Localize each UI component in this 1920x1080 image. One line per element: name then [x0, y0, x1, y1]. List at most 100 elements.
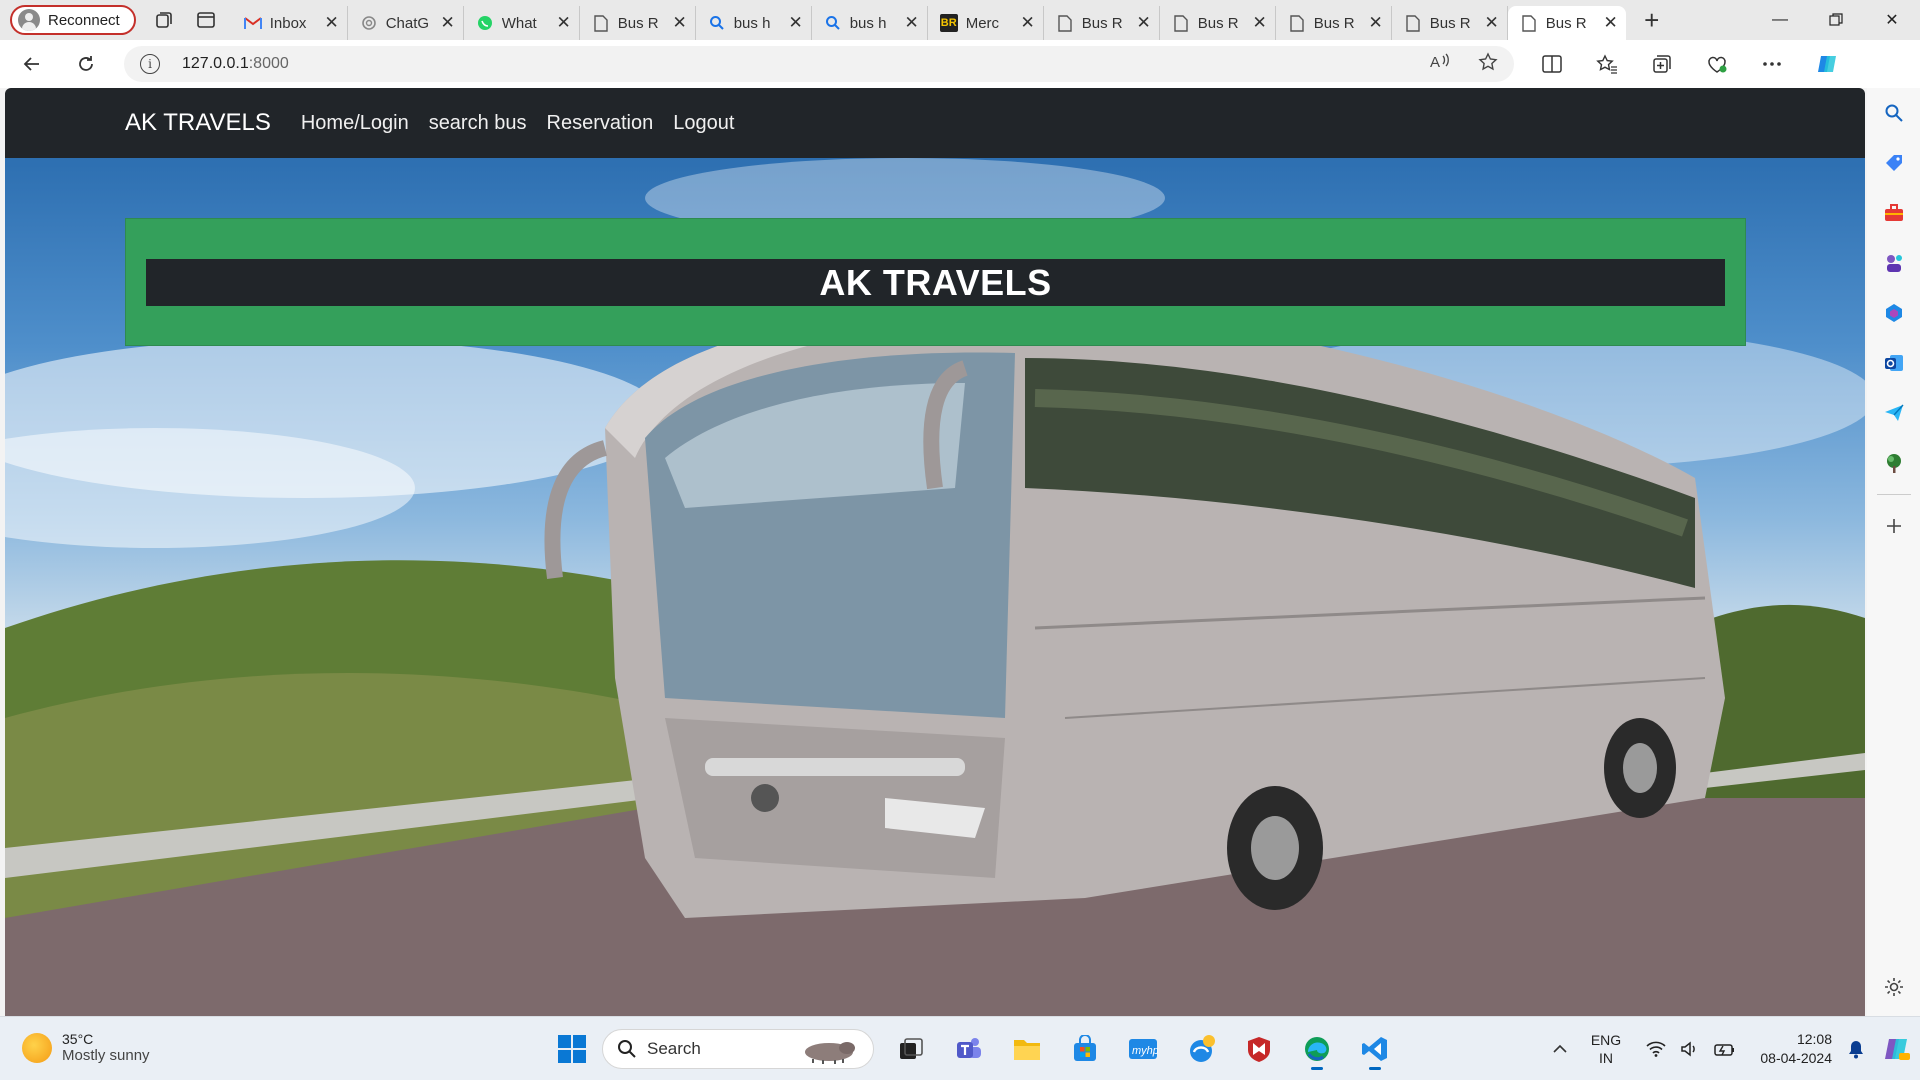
- browser-essentials-icon[interactable]: [1689, 44, 1744, 84]
- weather-temperature: 35°C: [62, 1031, 94, 1047]
- taskbar-search[interactable]: Search: [602, 1029, 874, 1069]
- svg-text:A: A: [1430, 54, 1440, 70]
- edge-beta-icon[interactable]: [1176, 1027, 1226, 1071]
- nav-home-login[interactable]: Home/Login: [301, 112, 409, 135]
- close-tab-icon[interactable]: ✕: [1020, 13, 1034, 33]
- teams-icon[interactable]: [944, 1027, 994, 1071]
- close-window-button[interactable]: ✕: [1864, 0, 1920, 40]
- gmail-icon: [243, 14, 262, 32]
- weather-condition: Mostly sunny: [62, 1047, 150, 1064]
- microsoft-store-icon[interactable]: [1060, 1027, 1110, 1071]
- collections-icon[interactable]: [1634, 44, 1689, 84]
- tab-merc[interactable]: BR Merc ✕: [928, 6, 1044, 40]
- chevron-up-icon[interactable]: [1540, 1044, 1580, 1054]
- tab-bus-r-5[interactable]: Bus R ✕: [1392, 6, 1508, 40]
- url-text: 127.0.0.1:8000: [182, 55, 289, 73]
- quick-settings[interactable]: [1632, 1041, 1750, 1057]
- toolbar-icons: [1524, 44, 1854, 84]
- close-tab-icon[interactable]: ✕: [1136, 13, 1150, 33]
- sidebar-search-icon[interactable]: [1867, 88, 1920, 138]
- mcafee-icon[interactable]: [1234, 1027, 1284, 1071]
- sidebar-outlook-icon[interactable]: [1867, 338, 1920, 388]
- split-screen-icon[interactable]: [1524, 44, 1579, 84]
- copilot-taskbar-icon[interactable]: [1874, 1036, 1920, 1062]
- back-button[interactable]: [8, 44, 56, 84]
- sidebar-tree-icon[interactable]: [1867, 438, 1920, 488]
- taskbar-search-label: Search: [647, 1039, 701, 1058]
- tab-inbox[interactable]: Inbox ✕: [232, 6, 348, 40]
- page-icon: [592, 14, 610, 32]
- sidebar-shopping-icon[interactable]: [1867, 138, 1920, 188]
- task-view-icon[interactable]: [886, 1027, 936, 1071]
- start-button[interactable]: [550, 1027, 594, 1071]
- page-icon: [1404, 14, 1422, 32]
- tab-bus-r-3[interactable]: Bus R ✕: [1160, 6, 1276, 40]
- site-info-icon[interactable]: i: [140, 54, 160, 74]
- whatsapp-icon: [476, 14, 494, 32]
- weather-widget[interactable]: 35°C Mostly sunny: [22, 1031, 150, 1064]
- search-icon: [824, 14, 842, 32]
- close-tab-icon[interactable]: ✕: [556, 13, 570, 33]
- sidebar-m365-icon[interactable]: [1867, 288, 1920, 338]
- sidebar-tools-icon[interactable]: [1867, 188, 1920, 238]
- tab-bus-h-1[interactable]: bus h ✕: [696, 6, 812, 40]
- favorite-star-icon[interactable]: [1478, 51, 1498, 77]
- site-brand[interactable]: AK TRAVELS: [125, 109, 271, 137]
- favorites-icon[interactable]: [1579, 44, 1634, 84]
- tab-bus-r-1[interactable]: Bus R ✕: [580, 6, 696, 40]
- sidebar-settings-icon[interactable]: [1867, 962, 1920, 1012]
- tab-bus-r-active[interactable]: Bus R ✕: [1507, 6, 1626, 40]
- address-bar[interactable]: i 127.0.0.1:8000 A: [124, 46, 1514, 82]
- close-tab-icon[interactable]: ✕: [324, 13, 338, 33]
- sidebar-add-icon[interactable]: [1867, 501, 1920, 551]
- sidebar-send-icon[interactable]: [1867, 388, 1920, 438]
- url-host: 127.0.0.1: [182, 55, 249, 72]
- taskbar-apps: Search myhp: [550, 1027, 1400, 1071]
- read-aloud-icon[interactable]: A: [1430, 52, 1450, 77]
- tab-title: Bus R: [1313, 14, 1355, 32]
- nav-logout[interactable]: Logout: [673, 112, 734, 135]
- tab-bus-r-2[interactable]: Bus R ✕: [1044, 6, 1160, 40]
- more-options-icon[interactable]: [1744, 44, 1799, 84]
- close-tab-icon[interactable]: ✕: [1252, 13, 1266, 33]
- volume-icon: [1681, 1041, 1695, 1057]
- language-indicator[interactable]: ENG IN: [1580, 1031, 1632, 1067]
- myhp-icon[interactable]: myhp: [1118, 1027, 1168, 1071]
- search-highlight-icon: [805, 1042, 855, 1064]
- refresh-button[interactable]: [62, 44, 110, 84]
- tab-title: Bus R: [1081, 14, 1123, 32]
- tab-title: Bus R: [1197, 14, 1239, 32]
- close-tab-icon[interactable]: ✕: [1603, 13, 1617, 33]
- search-icon: [618, 1040, 636, 1058]
- windows-taskbar: 35°C Mostly sunny Search myhp ENG IN 12:…: [0, 1016, 1920, 1080]
- minimize-button[interactable]: —: [1752, 0, 1808, 40]
- tab-bus-h-2[interactable]: bus h ✕: [812, 6, 928, 40]
- tab-bus-r-4[interactable]: Bus R ✕: [1276, 6, 1392, 40]
- close-tab-icon[interactable]: ✕: [1368, 13, 1382, 33]
- tab-chatgpt[interactable]: ChatG ✕: [348, 6, 464, 40]
- sidebar-divider: [1876, 494, 1911, 495]
- profile-button[interactable]: Reconnect: [10, 5, 136, 35]
- close-tab-icon[interactable]: ✕: [788, 13, 802, 33]
- close-tab-icon[interactable]: ✕: [440, 13, 454, 33]
- nav-search-bus[interactable]: search bus: [429, 112, 527, 135]
- tab-whatsapp[interactable]: What ✕: [464, 6, 580, 40]
- vscode-icon[interactable]: [1350, 1027, 1400, 1071]
- nav-reservation[interactable]: Reservation: [547, 112, 654, 135]
- hero-banner-title-bar: AK TRAVELS: [146, 259, 1725, 306]
- restore-button[interactable]: [1808, 0, 1864, 40]
- tab-title: ChatG: [385, 14, 430, 32]
- close-tab-icon[interactable]: ✕: [904, 13, 918, 33]
- close-tab-icon[interactable]: ✕: [672, 13, 686, 33]
- close-tab-icon[interactable]: ✕: [1484, 13, 1498, 33]
- clock-time: 12:08: [1796, 1031, 1832, 1047]
- clock[interactable]: 12:08 08-04-2024: [1750, 1030, 1838, 1068]
- workspaces-icon[interactable]: [144, 4, 184, 36]
- sidebar-games-icon[interactable]: [1867, 238, 1920, 288]
- edge-icon[interactable]: [1292, 1027, 1342, 1071]
- copilot-icon[interactable]: [1799, 44, 1854, 84]
- new-tab-button[interactable]: +: [1632, 3, 1672, 37]
- file-explorer-icon[interactable]: [1002, 1027, 1052, 1071]
- tab-actions-icon[interactable]: [186, 4, 226, 36]
- notification-bell-icon[interactable]: [1838, 1039, 1874, 1059]
